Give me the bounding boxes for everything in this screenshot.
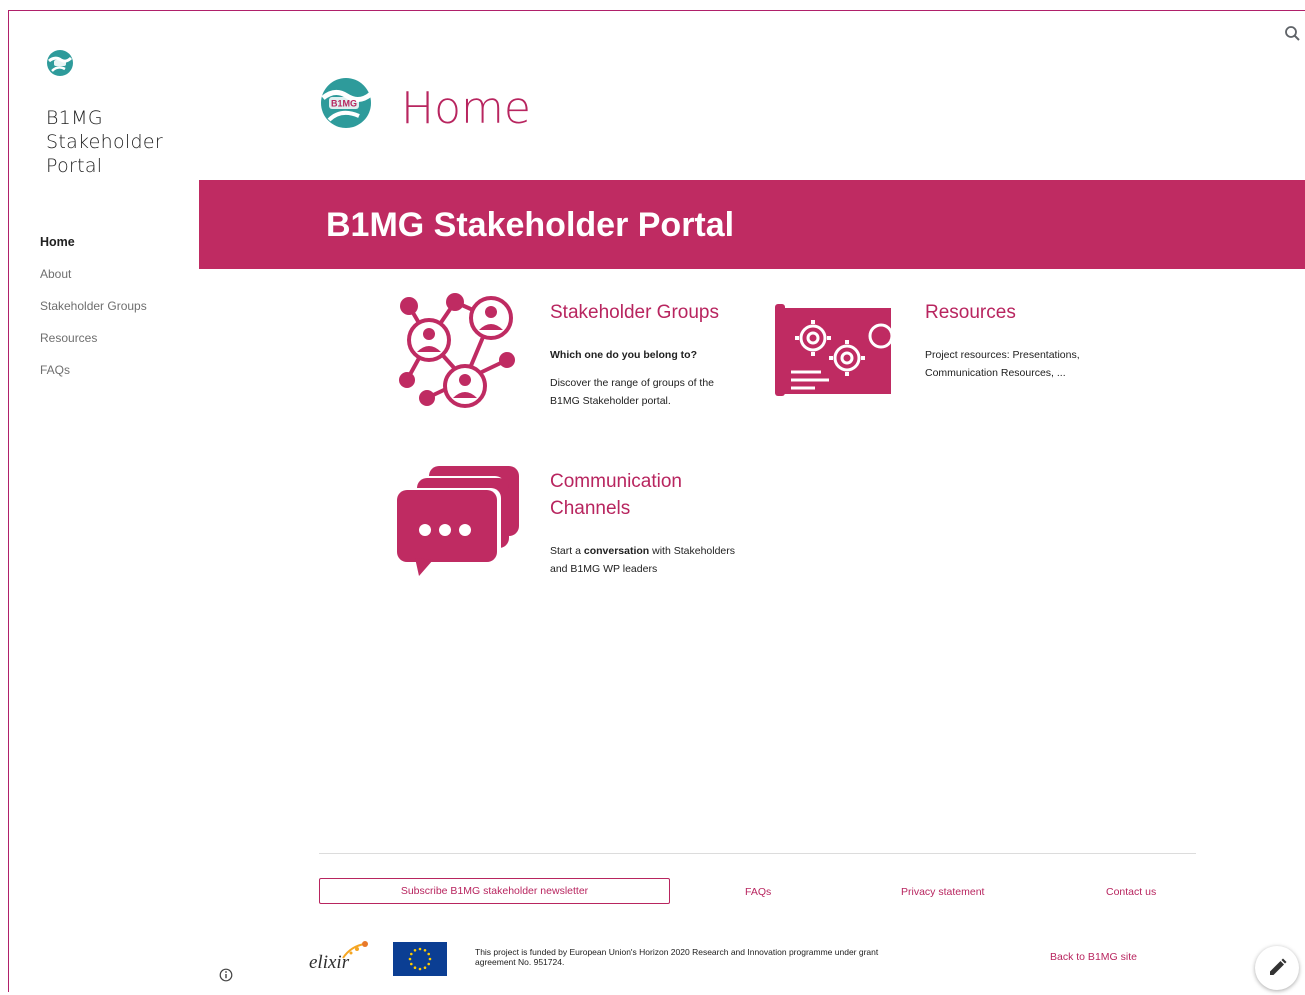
- sidebar-item-faqs[interactable]: FAQs: [40, 360, 147, 392]
- card-text-stakeholder-groups: Discover the range of groups of the B1MG…: [550, 377, 715, 407]
- gears-board-icon[interactable]: [775, 302, 894, 403]
- card-title-stakeholder-groups[interactable]: Stakeholder Groups: [550, 299, 719, 326]
- chat-bubbles-icon[interactable]: [397, 466, 519, 583]
- footer-divider: [319, 853, 1196, 854]
- frame-left-border: [8, 10, 9, 992]
- card-text-part-1: Start a: [550, 545, 584, 557]
- sidebar-item-stakeholder-groups[interactable]: Stakeholder Groups: [40, 296, 147, 328]
- sidebar-nav: Home About Stakeholder Groups Resources …: [40, 232, 147, 392]
- card-text-resources: Project resources: Presentations, Commun…: [925, 349, 1080, 379]
- footer-link-privacy-statement[interactable]: Privacy statement: [901, 885, 984, 899]
- elixir-logo-text: elixir: [309, 952, 350, 973]
- card-subtitle-stakeholder-groups: Which one do you belong to?: [550, 349, 697, 361]
- card-title-communication-channels[interactable]: Communication Channels: [550, 468, 750, 522]
- search-icon[interactable]: [1283, 24, 1303, 44]
- edit-button[interactable]: [1255, 946, 1299, 990]
- sidebar-item-about[interactable]: About: [40, 264, 147, 296]
- card-text-communication-channels: Start a conversation with Stakeholders a…: [550, 542, 750, 578]
- info-icon[interactable]: [219, 968, 233, 982]
- footer-link-contact-us[interactable]: Contact us: [1106, 885, 1156, 899]
- sidebar-item-home[interactable]: Home: [40, 232, 147, 264]
- card-text-bold: conversation: [583, 545, 650, 557]
- sidebar-item-resources[interactable]: Resources: [40, 328, 147, 360]
- subscribe-newsletter-button[interactable]: Subscribe B1MG stakeholder newsletter: [319, 878, 670, 904]
- pencil-icon: [1270, 958, 1287, 975]
- b1mg-logo-text: B1MG: [331, 99, 357, 109]
- elixir-logo: elixir: [307, 940, 371, 976]
- site-name[interactable]: B1MG Stakeholder Portal: [46, 106, 186, 178]
- funding-statement: This project is funded by European Union…: [475, 947, 879, 967]
- back-to-b1mg-site-link[interactable]: Back to B1MG site: [1050, 950, 1137, 964]
- site-logo[interactable]: [46, 49, 74, 77]
- banner-heading: B1MG Stakeholder Portal: [326, 206, 735, 244]
- footer-link-faqs[interactable]: FAQs: [745, 885, 771, 899]
- frame-top-border: [8, 10, 1305, 11]
- hero-banner: B1MG Stakeholder Portal: [199, 180, 1305, 269]
- network-people-icon[interactable]: [397, 292, 519, 417]
- card-title-resources[interactable]: Resources: [925, 299, 1016, 326]
- page-title: Home: [401, 83, 531, 134]
- eu-flag: [393, 942, 447, 976]
- b1mg-logo: B1MG: [319, 76, 373, 130]
